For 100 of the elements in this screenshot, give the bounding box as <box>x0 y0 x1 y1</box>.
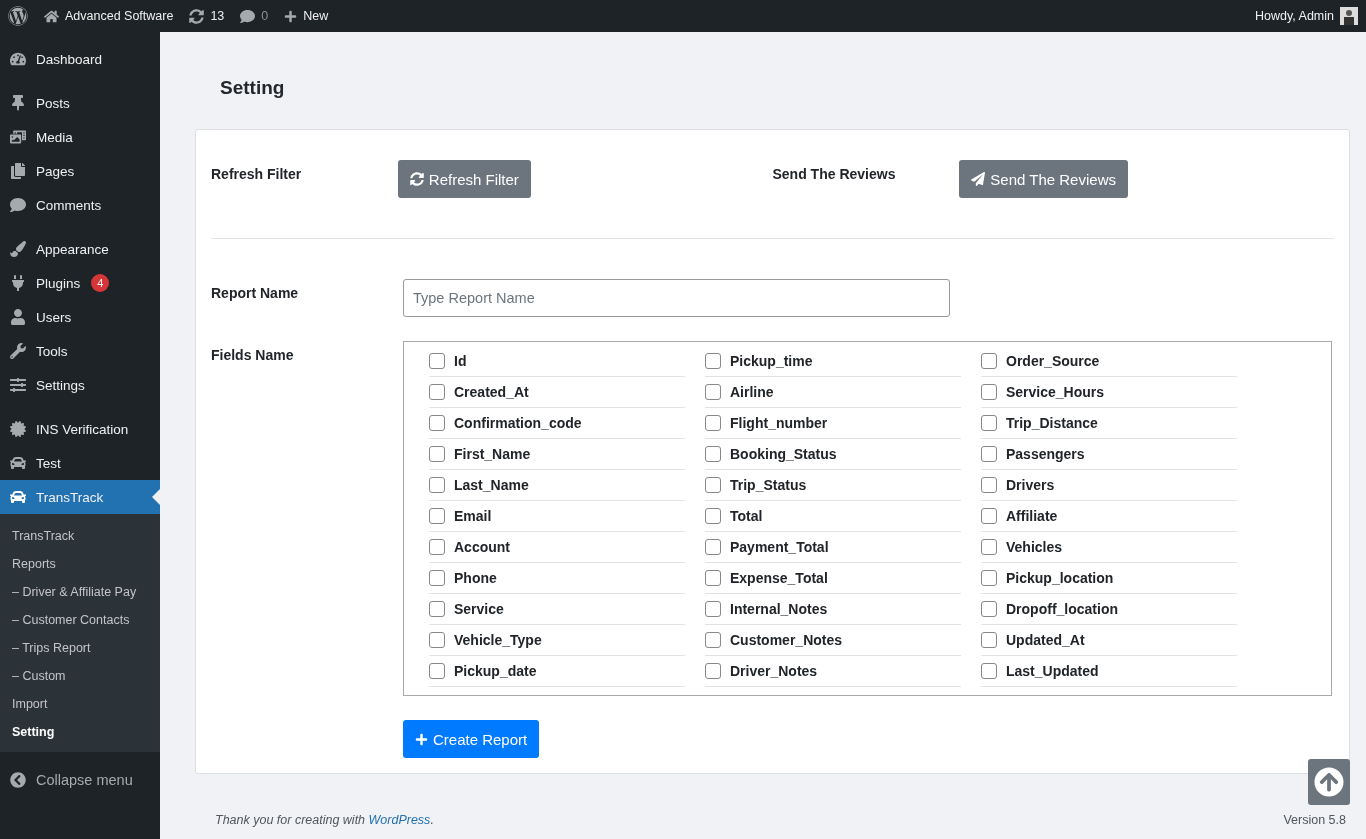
submenu-item[interactable]: – Driver & Affiliate Pay <box>0 578 160 606</box>
submenu-item[interactable]: – Trips Report <box>0 634 160 662</box>
field-option[interactable]: Pickup_date <box>429 656 685 687</box>
field-option[interactable]: Pickup_location <box>981 563 1237 594</box>
sidebar-item[interactable]: Users <box>0 300 160 334</box>
sidebar-item[interactable]: Appearance <box>0 232 160 266</box>
action-button[interactable]: Send The Reviews <box>959 160 1128 198</box>
field-option[interactable]: Payment_Total <box>705 532 961 563</box>
checkbox[interactable] <box>705 415 721 431</box>
checkbox[interactable] <box>705 663 721 679</box>
field-option[interactable]: Customer_Notes <box>705 625 961 656</box>
checkbox[interactable] <box>981 539 997 555</box>
field-option[interactable]: Flight_number <box>705 408 961 439</box>
checkbox[interactable] <box>429 415 445 431</box>
submenu-item[interactable]: – Customer Contacts <box>0 606 160 634</box>
sidebar-item[interactable]: Tools <box>0 334 160 368</box>
collapse-menu-button[interactable]: Collapse menu <box>0 762 160 798</box>
scroll-top-button[interactable] <box>1308 759 1350 805</box>
field-option[interactable]: Pickup_time <box>705 346 961 377</box>
checkbox[interactable] <box>981 477 997 493</box>
field-option[interactable]: Email <box>429 501 685 532</box>
sidebar-item[interactable]: Test <box>0 446 160 480</box>
field-option[interactable]: First_Name <box>429 439 685 470</box>
comments-link[interactable]: 0 <box>240 8 269 24</box>
field-option[interactable]: Confirmation_code <box>429 408 685 439</box>
submenu-item[interactable]: TransTrack <box>0 522 160 550</box>
checkbox[interactable] <box>705 508 721 524</box>
field-option[interactable]: Id <box>429 346 685 377</box>
field-option[interactable]: Expense_Total <box>705 563 961 594</box>
checkbox[interactable] <box>705 446 721 462</box>
sidebar-item[interactable]: Comments <box>0 188 160 222</box>
field-option[interactable]: Dropoff_location <box>981 594 1237 625</box>
checkbox[interactable] <box>981 570 997 586</box>
site-name-link[interactable]: Advanced Software <box>44 8 174 24</box>
field-option[interactable]: Last_Updated <box>981 656 1237 687</box>
sidebar-item[interactable]: Settings <box>0 368 160 402</box>
submenu-item[interactable]: Setting <box>0 718 160 746</box>
checkbox[interactable] <box>429 601 445 617</box>
checkbox[interactable] <box>429 539 445 555</box>
field-option[interactable]: Affiliate <box>981 501 1237 532</box>
checkbox[interactable] <box>981 663 997 679</box>
action-button[interactable]: Refresh Filter <box>397 160 531 198</box>
checkbox[interactable] <box>705 539 721 555</box>
account-link[interactable]: Howdy, Admin <box>1255 7 1358 25</box>
field-option[interactable]: Phone <box>429 563 685 594</box>
field-option[interactable]: Total <box>705 501 961 532</box>
checkbox[interactable] <box>981 508 997 524</box>
checkbox[interactable] <box>981 632 997 648</box>
checkbox[interactable] <box>429 446 445 462</box>
sidebar-item[interactable]: INS Verification <box>0 412 160 446</box>
field-option[interactable]: Vehicles <box>981 532 1237 563</box>
sidebar-item[interactable]: Plugins 4 <box>0 266 160 300</box>
checkbox[interactable] <box>705 353 721 369</box>
checkbox[interactable] <box>429 570 445 586</box>
field-option[interactable]: Internal_Notes <box>705 594 961 625</box>
field-option[interactable]: Passengers <box>981 439 1237 470</box>
checkbox[interactable] <box>981 446 997 462</box>
checkbox[interactable] <box>705 477 721 493</box>
checkbox[interactable] <box>981 415 997 431</box>
report-name-field[interactable]: Type Report Name <box>403 279 950 317</box>
field-option[interactable]: Driver_Notes <box>705 656 961 687</box>
checkbox[interactable] <box>705 570 721 586</box>
field-option[interactable]: Trip_Status <box>705 470 961 501</box>
sidebar-item[interactable]: Dashboard <box>0 42 160 76</box>
field-option[interactable]: Trip_Distance <box>981 408 1237 439</box>
wordpress-logo-icon[interactable] <box>8 6 28 26</box>
submenu-item[interactable]: Import <box>0 690 160 718</box>
field-option[interactable]: Last_Name <box>429 470 685 501</box>
submenu-item[interactable]: – Custom <box>0 662 160 690</box>
new-link[interactable]: New <box>284 9 329 23</box>
field-option[interactable]: Service_Hours <box>981 377 1237 408</box>
checkbox[interactable] <box>429 353 445 369</box>
field-option[interactable]: Updated_At <box>981 625 1237 656</box>
field-option[interactable]: Account <box>429 532 685 563</box>
checkbox[interactable] <box>981 353 997 369</box>
checkbox[interactable] <box>429 477 445 493</box>
field-option[interactable]: Order_Source <box>981 346 1237 377</box>
sidebar-item[interactable]: TransTrack <box>0 480 160 514</box>
field-option[interactable]: Airline <box>705 377 961 408</box>
checkbox[interactable] <box>705 632 721 648</box>
checkbox[interactable] <box>429 384 445 400</box>
sidebar-item[interactable]: Pages <box>0 154 160 188</box>
checkbox[interactable] <box>981 601 997 617</box>
checkbox[interactable] <box>705 384 721 400</box>
checkbox[interactable] <box>429 663 445 679</box>
sidebar-item[interactable]: Posts <box>0 86 160 120</box>
sidebar-item[interactable]: Media <box>0 120 160 154</box>
checkbox[interactable] <box>981 384 997 400</box>
field-option[interactable]: Service <box>429 594 685 625</box>
field-option[interactable]: Booking_Status <box>705 439 961 470</box>
checkbox[interactable] <box>429 508 445 524</box>
setting-label: Send The Reviews <box>772 165 897 182</box>
create-report-button[interactable]: Create Report <box>403 720 540 758</box>
submenu-item[interactable]: Reports <box>0 550 160 578</box>
checkbox[interactable] <box>429 632 445 648</box>
field-option[interactable]: Vehicle_Type <box>429 625 685 656</box>
field-option[interactable]: Created_At <box>429 377 685 408</box>
updates-link[interactable]: 13 <box>189 8 225 24</box>
checkbox[interactable] <box>705 601 721 617</box>
field-option[interactable]: Drivers <box>981 470 1237 501</box>
